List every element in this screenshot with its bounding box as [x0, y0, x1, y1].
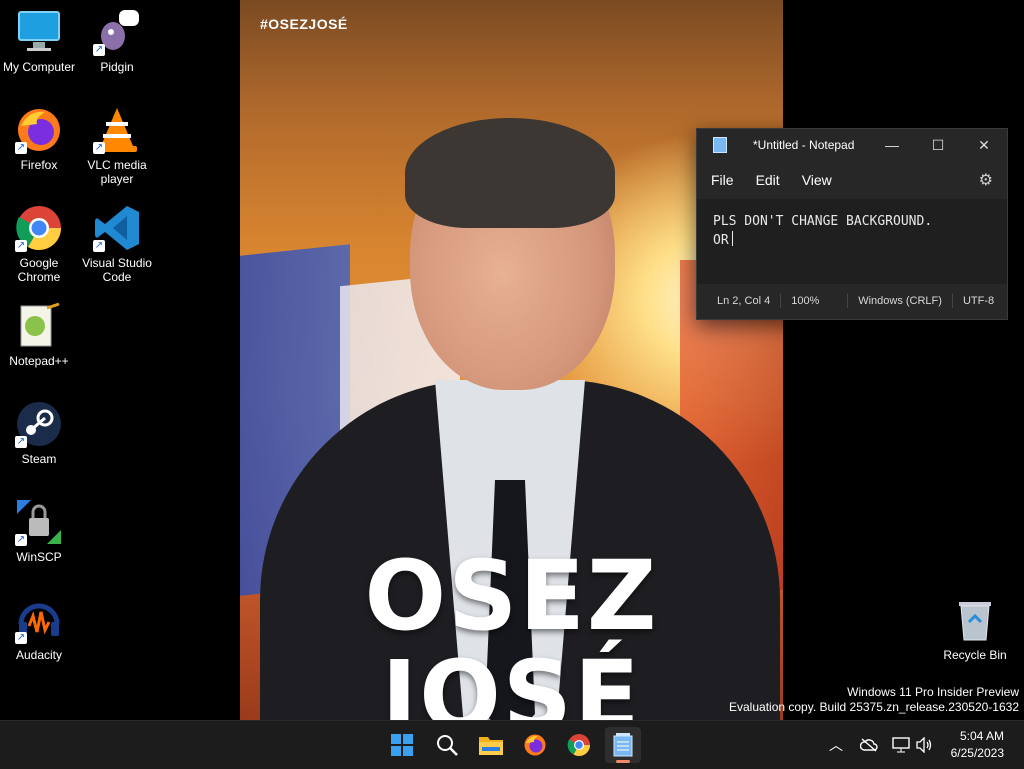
speaker-icon — [916, 737, 932, 753]
start-icon — [391, 734, 413, 756]
cloud-offline-icon — [860, 738, 878, 752]
taskbar-firefox[interactable] — [517, 727, 553, 763]
show-hidden-icons-button[interactable]: ︿ — [829, 721, 843, 769]
notepad-statusbar: Ln 2, Col 4 100% Windows (CRLF) UTF-8 — [697, 284, 1007, 318]
wallpaper-person-hair — [405, 118, 615, 228]
system-clock[interactable]: 5:04 AM 6/25/2023 — [951, 728, 1004, 762]
desktop-icon-label: Audacity — [15, 648, 63, 662]
desktop-icon-recycle-bin[interactable]: Recycle Bin — [936, 596, 1014, 662]
desktop-icon-label: Firefox — [20, 158, 58, 172]
taskbar-file-explorer[interactable] — [473, 727, 509, 763]
winscp-icon: ↗ — [15, 498, 63, 546]
desktop-icon-label: Google Chrome — [17, 256, 61, 284]
notepad-menubar: File Edit View ⚙ — [697, 161, 1007, 199]
chrome-icon: ↗ — [15, 204, 63, 252]
chrome-icon — [567, 734, 590, 756]
settings-gear-icon[interactable]: ⚙ — [979, 170, 993, 190]
cursor-position: Ln 2, Col 4 — [717, 295, 771, 307]
chevron-up-icon: ︿ — [829, 737, 843, 753]
desktop-icon-vscode[interactable]: ↗ Visual Studio Code — [78, 204, 156, 284]
menu-file[interactable]: File — [711, 168, 734, 192]
vlc-icon: ↗ — [93, 106, 141, 154]
close-button[interactable]: ✕ — [961, 129, 1007, 161]
shortcut-arrow-icon: ↗ — [15, 142, 27, 154]
text-line-2: OR — [713, 233, 729, 248]
shortcut-arrow-icon: ↗ — [93, 44, 105, 56]
desktop-icon-label: Visual Studio Code — [82, 256, 152, 284]
wallpaper-hashtag: #OSEZJOSÉ — [260, 16, 348, 32]
shortcut-arrow-icon: ↗ — [15, 632, 27, 644]
search-icon — [437, 735, 458, 756]
wallpaper-headline-2: JOSÉ — [381, 640, 642, 720]
network-icon — [892, 737, 910, 753]
notepad-titlebar[interactable]: *Untitled - Notepad — ☐ ✕ — [697, 129, 1007, 161]
notepad-plus-plus-icon — [15, 302, 63, 350]
shortcut-arrow-icon: ↗ — [93, 240, 105, 252]
desktop-icon-vlc[interactable]: ↗ VLC media player — [78, 106, 156, 186]
search-button[interactable] — [429, 727, 465, 763]
shortcut-arrow-icon: ↗ — [15, 436, 27, 448]
desktop-icon-notepad-plus-plus[interactable]: Notepad++ — [0, 302, 78, 368]
notepad-icon — [713, 137, 727, 153]
steam-icon: ↗ — [15, 400, 63, 448]
desktop-icon-label: Recycle Bin — [943, 648, 1007, 662]
volume-button[interactable] — [915, 721, 933, 769]
wallpaper-headline-1: OSEZ — [364, 540, 659, 652]
desktop-icon-steam[interactable]: ↗ Steam — [0, 400, 78, 466]
desktop-wallpaper: #OSEZJOSÉ OSEZ JOSÉ — [240, 0, 783, 720]
desktop-icon-label: Notepad++ — [9, 354, 69, 368]
windows-watermark: Windows 11 Pro Insider Preview Evaluatio… — [729, 685, 1019, 715]
notepad-text-area[interactable]: PLS DON'T CHANGE BACKGROUND. OR — [697, 199, 1007, 284]
zoom-level: 100% — [791, 295, 820, 307]
watermark-build: Evaluation copy. Build 25375.zn_release.… — [729, 700, 1019, 714]
firefox-icon — [524, 734, 546, 756]
shortcut-arrow-icon: ↗ — [15, 534, 27, 546]
desktop-icon-label: WinSCP — [16, 550, 62, 564]
my-computer-icon — [15, 8, 63, 56]
recycle-bin-icon — [951, 596, 999, 644]
network-button[interactable] — [892, 721, 910, 769]
desktop-icon-label: Steam — [21, 452, 57, 466]
pidgin-icon: ↗ — [93, 8, 141, 56]
desktop-icon-firefox[interactable]: ↗ Firefox — [0, 106, 78, 172]
text-line-1: PLS DON'T CHANGE BACKGROUND. — [713, 214, 933, 229]
shortcut-arrow-icon: ↗ — [93, 142, 105, 154]
desktop-icon-label: My Computer — [2, 60, 76, 74]
line-ending: Windows (CRLF) — [858, 295, 942, 307]
taskbar-chrome[interactable] — [561, 727, 597, 763]
menu-view[interactable]: View — [802, 168, 832, 192]
desktop-icon-my-computer[interactable]: My Computer — [0, 8, 78, 74]
text-caret — [731, 231, 733, 246]
minimize-button[interactable]: — — [869, 129, 915, 161]
firefox-icon: ↗ — [15, 106, 63, 154]
desktop-icon-pidgin[interactable]: ↗ Pidgin — [78, 8, 156, 74]
notepad-icon — [613, 733, 633, 757]
start-button[interactable] — [384, 727, 420, 763]
window-title: *Untitled - Notepad — [753, 138, 855, 152]
onedrive-button[interactable] — [860, 721, 878, 769]
desktop-icon-winscp[interactable]: ↗ WinSCP — [0, 498, 78, 564]
audacity-icon: ↗ — [15, 596, 63, 644]
active-app-indicator — [616, 760, 630, 763]
desktop-icon-label: VLC media player — [87, 158, 147, 186]
desktop-icon-label: Pidgin — [100, 60, 134, 74]
watermark-edition: Windows 11 Pro Insider Preview — [847, 685, 1019, 699]
taskbar: ︿ 5:04 AM 6/25/2023 — [0, 720, 1024, 769]
clock-time: 5:04 AM — [959, 729, 1004, 743]
desktop-icon-chrome[interactable]: ↗ Google Chrome — [0, 204, 78, 284]
menu-edit[interactable]: Edit — [756, 168, 780, 192]
file-explorer-icon — [479, 737, 503, 755]
vscode-icon: ↗ — [93, 204, 141, 252]
taskbar-notepad[interactable] — [605, 727, 641, 763]
maximize-button[interactable]: ☐ — [915, 129, 961, 161]
shortcut-arrow-icon: ↗ — [15, 240, 27, 252]
notepad-window[interactable]: *Untitled - Notepad — ☐ ✕ File Edit View… — [696, 128, 1008, 320]
encoding: UTF-8 — [962, 295, 995, 307]
clock-date: 6/25/2023 — [950, 746, 1004, 760]
desktop-icon-audacity[interactable]: ↗ Audacity — [0, 596, 78, 662]
